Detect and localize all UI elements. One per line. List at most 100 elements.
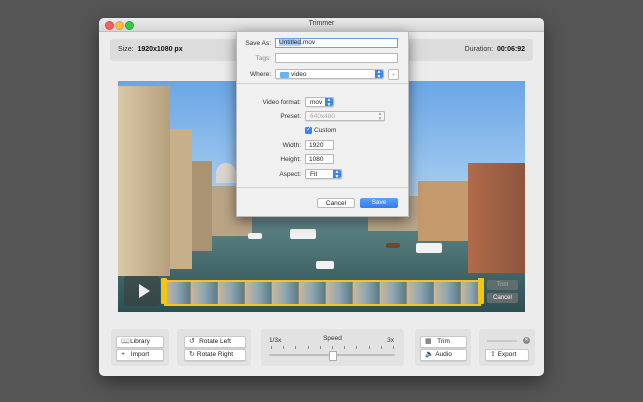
rotate-right-button[interactable]: ↻ Rotate Right	[184, 349, 246, 361]
expand-dialog-button[interactable]: ⌄	[388, 69, 399, 80]
library-panel: 📖 Library + Import	[111, 329, 169, 366]
building-right-2	[468, 163, 525, 273]
export-label: Export	[497, 351, 517, 358]
speed-tick	[283, 346, 284, 349]
timeline-frame	[380, 282, 407, 304]
duration-info: Duration: 00:06:92	[465, 46, 525, 53]
tags-field[interactable]	[275, 53, 398, 63]
library-label: Library	[130, 338, 150, 345]
where-label: Where:	[250, 71, 271, 78]
preset-label: Preset:	[280, 113, 301, 120]
building-left	[118, 86, 170, 276]
speed-tick	[307, 346, 309, 349]
chevron-updown-icon: ▲ ▼	[325, 97, 333, 108]
custom-checkbox[interactable]: ✓	[305, 127, 312, 134]
import-button[interactable]: + Import	[116, 349, 164, 361]
speed-tick	[356, 346, 357, 349]
timeline-strip[interactable]	[164, 280, 482, 306]
boat	[290, 229, 316, 239]
filename-extension: .mov	[301, 39, 316, 46]
preset-value: 640x480	[310, 113, 335, 120]
timeline-frame	[434, 282, 461, 304]
timeline-frame	[164, 282, 191, 304]
dialog-divider	[237, 187, 408, 188]
building-right	[418, 181, 468, 241]
speed-tick	[319, 346, 321, 349]
play-button[interactable]	[124, 276, 160, 306]
chevron-updown-icon: ▲ ▼	[375, 69, 383, 80]
video-format-label: Video format:	[262, 99, 301, 106]
speed-tick	[393, 346, 394, 349]
window-title: Trimmer	[308, 20, 335, 27]
rotate-right-label: Rotate Right	[196, 351, 234, 358]
size-label: Size:	[118, 46, 134, 53]
import-label: Import	[130, 351, 150, 358]
chevron-updown-icon: ▲ ▼	[333, 169, 341, 180]
save-as-label: Save As:	[245, 40, 271, 47]
where-value: video	[291, 71, 307, 78]
speed-tick	[271, 346, 272, 349]
rotate-left-button[interactable]: ↺ Rotate Left	[184, 336, 246, 348]
width-field[interactable]: 1920	[305, 140, 334, 150]
folder-icon	[280, 72, 289, 78]
overlay-cancel-button[interactable]: Cancel	[487, 293, 518, 303]
filename-selection: Untitled	[279, 39, 302, 46]
timeline-frame	[218, 282, 245, 304]
title-bar: Trimmer	[99, 18, 544, 32]
height-field[interactable]: 1080	[305, 154, 334, 164]
trim-button[interactable]: ▦ Trim	[420, 336, 467, 348]
trim-start-handle[interactable]	[161, 278, 167, 304]
cancel-button[interactable]: Cancel	[317, 198, 355, 208]
dialog-divider	[237, 83, 408, 84]
video-format-popup[interactable]: mov ▲ ▼	[305, 97, 334, 108]
width-label: Width:	[282, 142, 301, 149]
timeline-frame	[407, 282, 434, 304]
trim-end-handle[interactable]	[478, 278, 484, 304]
save-as-field[interactable]: Untitled.mov	[275, 38, 398, 48]
export-button[interactable]: ⇧ Export	[485, 349, 529, 361]
building-left-3	[192, 161, 212, 251]
trim-label: Trim	[437, 338, 450, 345]
speed-tick	[344, 346, 345, 349]
play-icon	[139, 284, 150, 298]
timeline-frame	[272, 282, 299, 304]
speed-tick	[295, 346, 296, 349]
speed-slider[interactable]	[269, 351, 395, 361]
size-info: Size: 1920x1080 px	[118, 46, 183, 53]
export-progress-bar	[487, 340, 517, 342]
custom-label: Custom	[314, 127, 337, 134]
where-popup[interactable]: video ▲ ▼	[275, 69, 384, 80]
duration-value: 00:06:92	[496, 46, 525, 53]
timeline-frame	[191, 282, 218, 304]
audio-label: Audio	[435, 351, 452, 358]
chevron-updown-icon: ▲ ▼	[377, 111, 383, 122]
audio-button[interactable]: 🔈 Audio	[420, 349, 467, 361]
timeline-frame	[299, 282, 326, 304]
close-circle-icon[interactable]: ✕	[523, 337, 530, 344]
speed-slider-knob[interactable]	[329, 351, 337, 361]
overlay-trim-button[interactable]: Trim	[487, 280, 518, 290]
speed-tick	[380, 346, 382, 349]
boat	[248, 233, 262, 239]
aspect-popup[interactable]: Fit ▲ ▼	[305, 169, 342, 180]
building-left-2	[170, 129, 192, 269]
duration-label: Duration:	[464, 46, 494, 53]
rotate-panel: ↺ Rotate Left ↻ Rotate Right	[177, 329, 251, 366]
church-dome	[216, 163, 236, 183]
save-dialog: Save As: Untitled.mov Tags: Where: video…	[236, 31, 409, 217]
timeline-frame	[245, 282, 272, 304]
rotate-left-label: Rotate Left	[199, 338, 231, 345]
height-label: Height:	[280, 156, 301, 163]
boat	[386, 243, 400, 248]
speed-max-label: 3x	[387, 337, 394, 344]
speed-tick	[332, 346, 333, 349]
speed-panel: 1/3x Speed 3x	[261, 329, 404, 366]
export-panel: ✕ ⇧ Export	[479, 329, 535, 366]
size-value: 1920x1080 px	[137, 46, 183, 53]
check-icon: ✓	[305, 127, 312, 133]
timeline-frame	[326, 282, 353, 304]
library-button[interactable]: 📖 Library	[116, 336, 164, 348]
preset-popup[interactable]: 640x480 ▲ ▼	[305, 111, 385, 122]
save-button[interactable]: Save	[360, 198, 398, 208]
tags-label: Tags:	[255, 55, 271, 62]
